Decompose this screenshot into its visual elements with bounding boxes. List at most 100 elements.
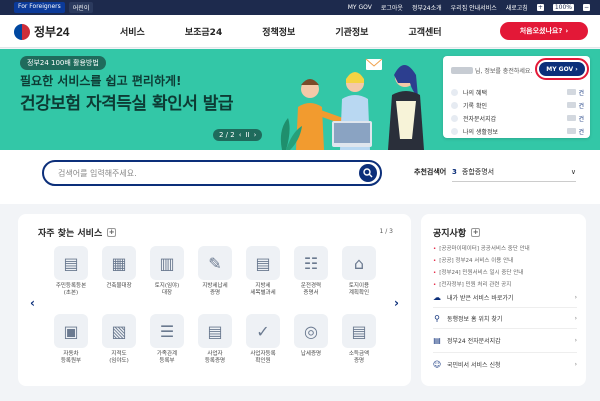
search-box[interactable]: 검색어를 입력해주세요. [42,160,382,186]
life-info-icon [451,127,458,135]
service-item[interactable]: ▥ 토지(임야) 대장 [146,246,188,297]
chevron-right-icon: › [574,293,577,301]
chevron-right-icon: › [574,314,577,322]
tax-certificate-icon: ✎ [198,246,232,280]
services-prev-button[interactable]: ‹ [30,296,35,310]
for-foreigners-link[interactable]: For Foreigners [14,2,65,13]
mygov-row-wallet[interactable]: 전자문서지갑 건 [451,112,584,124]
notice-item[interactable]: [정부24] 민원서비스 일시 중단 안내 [433,268,573,276]
divider [433,352,577,353]
recommended-keyword-select[interactable]: 3 종합증명서 ∨ [452,162,576,182]
count-unit: 건 [578,89,584,97]
more-services-button[interactable]: + [107,228,117,237]
more-notices-button[interactable]: + [471,228,481,237]
notice-item[interactable]: [공공] 정부24 서비스 이용 안내 [433,256,573,264]
banner-pause-button[interactable]: II [246,131,250,139]
service-item[interactable]: ▤ 사업자 등록증명 [194,314,236,365]
service-item[interactable]: ◎ 납세증명 [290,314,332,358]
history-icon [451,101,458,109]
banner-title: 건강보험 자격득실 확인서 발급 [20,94,234,114]
business-register-icon: ▤ [198,314,232,348]
services-next-button[interactable]: › [394,296,399,310]
utility-link-home-guide[interactable]: 우리집 안내서비스 [451,3,497,12]
count-unit: 건 [578,102,584,110]
mygov-row-lifeinfo[interactable]: 나의 생활정보 건 [451,125,584,137]
mygov-row-benefits[interactable]: 나의 혜택 건 [451,86,584,98]
service-item[interactable]: ⌂ 토지이용 계획확인 [338,246,380,297]
nav-agency[interactable]: 기관정보 [335,25,368,38]
section-title: 공지사항 [433,229,467,239]
nav-customer-center[interactable]: 고객센터 [408,25,441,38]
notice-item[interactable]: [공공마이데이터] 공공서비스 중단 안내 [433,244,573,252]
service-item[interactable]: ✎ 지방세납세 증명 [194,246,236,297]
first-visit-button[interactable]: 처음오셨나요? › [500,22,588,40]
service-item[interactable]: ☷ 운전경력 증명서 [290,246,332,297]
utility-link-about[interactable]: 정부24소개 [412,3,442,12]
mygov-row-label: 전자문서지갑 [463,115,497,123]
search-button[interactable] [359,164,377,182]
nav-subsidy[interactable]: 보조금24 [185,25,222,38]
services-page-indicator: 1 / 3 [379,228,393,235]
chevron-right-icon: › [565,27,569,35]
zoom-in-button[interactable]: + [536,4,544,11]
land-map-icon: ▥ [150,246,184,280]
location-pin-icon: ⚲ [434,313,440,323]
service-label: 건축물대장 [106,283,132,289]
service-label: 소득금액 증명 [348,351,370,364]
chevron-down-icon[interactable]: ∨ [571,168,576,176]
banner-prev-button[interactable]: ‹ [239,131,242,139]
keyword-rank: 3 [452,167,457,176]
mygov-row-label: 나의 혜택 [463,89,487,97]
notice-item[interactable]: [전자정부] 민원 처리 관련 공지 [433,280,573,288]
service-item[interactable]: ▦ 건축물대장 [98,246,140,290]
service-item[interactable]: ▤ 주민등록등본 (초본) [50,246,92,297]
service-label: 사업자 등록증명 [204,351,226,364]
quick-link-location[interactable]: ⚲ 동행정보 홈 위치 찾기 › [433,311,577,325]
banner-next-button[interactable]: › [254,131,257,139]
building-icon: ▦ [102,246,136,280]
search-input[interactable]: 검색어를 입력해주세요. [58,168,137,179]
site-logo[interactable]: 정부24 [14,23,69,40]
banner-pager: 2 / 2 ‹ II › [213,129,263,141]
service-label: 지방세납세 증명 [202,283,228,296]
count-unit: 건 [578,128,584,136]
quick-link-label: 정부24 전자문서지갑 [447,337,501,345]
service-item[interactable]: ▤ 소득금액 증명 [338,314,380,365]
service-item[interactable]: ▣ 자동차 등록원부 [50,314,92,365]
utility-link-mygov[interactable]: MY GOV [348,4,372,11]
quick-link-secretary[interactable]: ☺ 국민비서 서비스 신청 › [433,357,577,371]
mygov-row-history[interactable]: 기록 확인 건 [451,99,584,111]
utility-link-logout[interactable]: 로그아웃 [381,3,403,12]
main-nav: 서비스 보조금24 정책정보 기관정보 고객센터 [120,25,442,38]
service-label: 지방세 세목별과세 [250,283,276,296]
service-item[interactable]: ▤ 지방세 세목별과세 [242,246,284,297]
quick-link-wallet[interactable]: ▤ 정부24 전자문서지갑 › [433,333,577,347]
service-label: 사업자등록 확인원 [250,351,276,364]
taegeuk-icon [14,23,30,40]
service-label: 주민등록등본 (초본) [55,283,87,296]
service-item[interactable]: ☰ 가족관계 등록부 [146,314,188,365]
keyword-text[interactable]: 종합증명서 [462,167,494,177]
mygov-button[interactable]: MY GOV › [535,58,589,80]
service-label: 자동차 등록원부 [60,351,82,364]
service-item[interactable]: ▧ 지적도 (임야도) [98,314,140,365]
banner-page-indicator: 2 / 2 [219,131,235,139]
notice-title: 공지사항 + [433,226,481,239]
divider [433,328,577,329]
income-document-icon: ▤ [342,314,376,348]
service-label: 토지(임야) 대장 [154,283,180,296]
land-plan-icon: ⌂ [342,246,376,280]
zoom-level: 100% [552,4,574,11]
service-item[interactable]: ✓ 사업자등록 확인원 [242,314,284,365]
mygov-row-label: 나의 생활정보 [463,128,499,136]
quick-link-label: 동행정보 홈 위치 찾기 [447,315,503,323]
quick-link-my-services[interactable]: ☁ 내가 받은 서비스 바로가기 › [433,290,577,304]
child-link[interactable]: 어린이 [68,2,94,13]
tax-document-icon: ▤ [246,246,280,280]
nav-services[interactable]: 서비스 [120,25,145,38]
license-icon: ☷ [294,246,328,280]
map-icon: ▧ [102,314,136,348]
nav-policy[interactable]: 정책정보 [262,25,295,38]
utility-link-refresh[interactable]: 새로고침 [506,3,528,12]
zoom-out-button[interactable]: − [583,4,590,11]
